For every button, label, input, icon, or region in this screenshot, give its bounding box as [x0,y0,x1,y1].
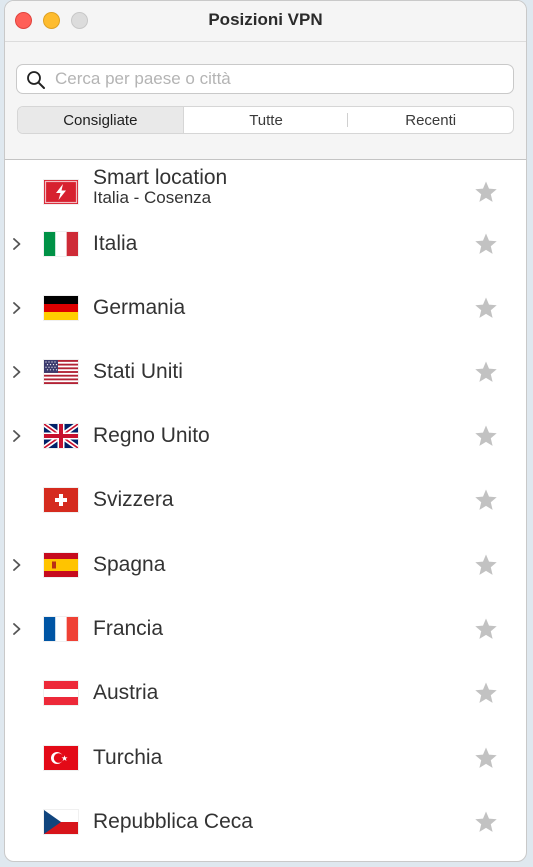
title-bar: Posizioni VPN [5,1,526,42]
star-icon[interactable] [474,746,498,770]
header: Posizioni VPN Consigliate Tutte Recenti [5,1,526,160]
chevron-right-icon[interactable] [12,238,22,250]
chevron-right-icon[interactable] [12,302,22,314]
location-name: Turchia [93,746,163,769]
star-icon[interactable] [474,553,498,577]
spain-flag-icon [44,553,78,577]
tab-consigliate[interactable]: Consigliate [18,107,184,133]
tab-recenti[interactable]: Recenti [348,107,513,133]
window-title: Posizioni VPN [208,10,323,29]
location-name: Stati Uniti [93,360,183,383]
location-name: Regno Unito [93,424,210,447]
smart-location-label: Smart location [93,166,228,189]
search-box[interactable] [16,64,514,94]
turkey-flag-icon [44,746,78,770]
location-row-repubblica-ceca[interactable]: Repubblica Ceca [5,790,526,854]
smart-location-sublabel: Italia - Cosenza [93,188,212,207]
star-icon[interactable] [474,681,498,705]
chevron-right-icon[interactable] [12,430,22,442]
lightning-bolt-icon [44,180,78,204]
location-tabs: Consigliate Tutte Recenti [17,106,514,134]
star-icon[interactable] [474,232,498,256]
chevron-right-icon[interactable] [12,366,22,378]
location-row-turchia[interactable]: Turchia [5,726,526,790]
location-name: Francia [93,617,164,640]
germany-flag-icon [44,296,78,320]
austria-flag-icon [44,681,78,705]
czech-flag-icon [44,810,78,834]
star-icon[interactable] [474,424,498,448]
star-icon[interactable] [474,296,498,320]
location-name: Repubblica Ceca [93,810,253,833]
location-row-italia[interactable]: Italia [5,212,526,276]
switzerland-flag-icon [44,488,78,512]
france-flag-icon [44,617,78,641]
location-row-austria[interactable]: Austria [5,661,526,725]
location-name: Italia [93,232,138,255]
uk-flag-icon [44,424,78,448]
star-icon[interactable] [474,180,498,204]
usa-flag-icon [44,360,78,384]
tab-tutte[interactable]: Tutte [184,107,349,133]
location-row-stati-uniti[interactable]: Stati Uniti [5,340,526,404]
chevron-right-icon[interactable] [12,623,22,635]
location-name: Svizzera [93,488,174,511]
location-row-regno-unito[interactable]: Regno Unito [5,404,526,468]
search-icon [27,71,45,89]
vpn-locations-window: Posizioni VPN Consigliate Tutte Recenti … [4,0,527,862]
search-input[interactable] [55,66,495,92]
star-icon[interactable] [474,488,498,512]
location-name: Germania [93,296,186,319]
location-name: Spagna [93,553,166,576]
star-icon[interactable] [474,617,498,641]
chevron-right-icon[interactable] [12,559,22,571]
location-row-francia[interactable]: Francia [5,597,526,661]
star-icon[interactable] [474,810,498,834]
italy-flag-icon [44,232,78,256]
star-icon[interactable] [474,360,498,384]
location-row-germania[interactable]: Germania [5,276,526,340]
location-row-spagna[interactable]: Spagna [5,533,526,597]
location-name: Austria [93,681,159,704]
location-row-svizzera[interactable]: Svizzera [5,468,526,532]
